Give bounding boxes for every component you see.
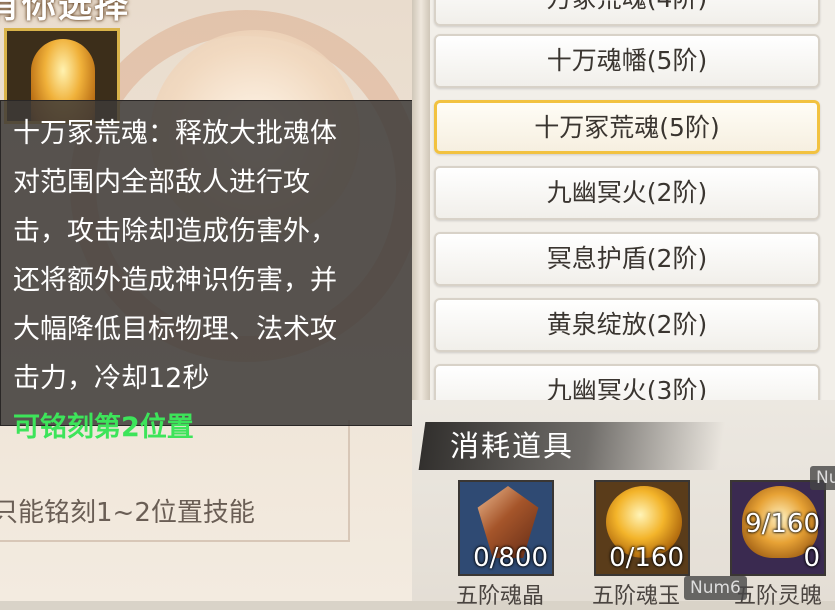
- item-count-secondary: 0: [803, 543, 820, 573]
- skill-list-item-selected[interactable]: 十万冢荒魂(5阶): [434, 100, 820, 154]
- item-slot-soul-crystal[interactable]: 0/800: [458, 480, 554, 576]
- skill-list-item[interactable]: 九幽冥火(2阶): [434, 166, 820, 220]
- consumables-section: 消耗道具 0/800 五阶魂晶 0/160 五阶魂玉 9/160 0 五阶灵魄 …: [412, 400, 835, 609]
- skill-list-item[interactable]: 黄泉绽放(2阶): [434, 298, 820, 352]
- tooltip-line: 击力，冷却12秒: [13, 363, 210, 394]
- tooltip-line: 大幅降低目标物理、法术攻: [13, 314, 337, 345]
- item-name: 五阶魂晶: [456, 584, 545, 609]
- skill-list-item[interactable]: 冥息护盾(2阶): [434, 232, 820, 286]
- skill-list[interactable]: 万冢荒魂(4阶) 十万魂幡(5阶) 十万冢荒魂(5阶) 九幽冥火(2阶) 冥息护…: [430, 0, 835, 400]
- skill-tooltip: 十万冢荒魂：释放大批魂体 对范围内全部敌人进行攻 击，攻击除却造成伤害外， 还将…: [0, 100, 428, 443]
- engrave-position-note: 可铭刻第2位置: [13, 412, 194, 443]
- keyboard-hint-tag: Num6: [684, 576, 747, 600]
- panel-title: 有你选择: [0, 0, 130, 26]
- tooltip-line: 还将额外造成神识伤害，并: [13, 265, 337, 296]
- engrave-restriction-note: 只能铭刻1~2位置技能: [0, 498, 255, 528]
- skill-list-item[interactable]: 万冢荒魂(4阶): [434, 0, 820, 26]
- item-count: 0/160: [609, 543, 684, 573]
- frame-divider-bottom: [0, 540, 350, 542]
- item-slot-spirit-soul[interactable]: 9/160 0: [730, 480, 826, 576]
- item-name: 五阶魂玉: [592, 584, 681, 609]
- item-count: 0/800: [473, 543, 548, 573]
- tooltip-line: 对范围内全部敌人进行攻: [13, 167, 310, 198]
- skill-list-item[interactable]: 十万魂幡(5阶): [434, 34, 820, 88]
- item-count: 9/160: [745, 509, 820, 539]
- tooltip-line: 十万冢荒魂：释放大批魂体: [13, 118, 337, 149]
- item-slot-soul-jade[interactable]: 0/160: [594, 480, 690, 576]
- consumables-title: 消耗道具: [450, 429, 575, 463]
- keyboard-hint-tag: Nu: [810, 466, 835, 490]
- skill-list-item[interactable]: 九幽冥火(3阶): [434, 364, 820, 400]
- tooltip-line: 击，攻击除却造成伤害外，: [13, 216, 337, 247]
- item-name: 五阶灵魄: [734, 584, 823, 609]
